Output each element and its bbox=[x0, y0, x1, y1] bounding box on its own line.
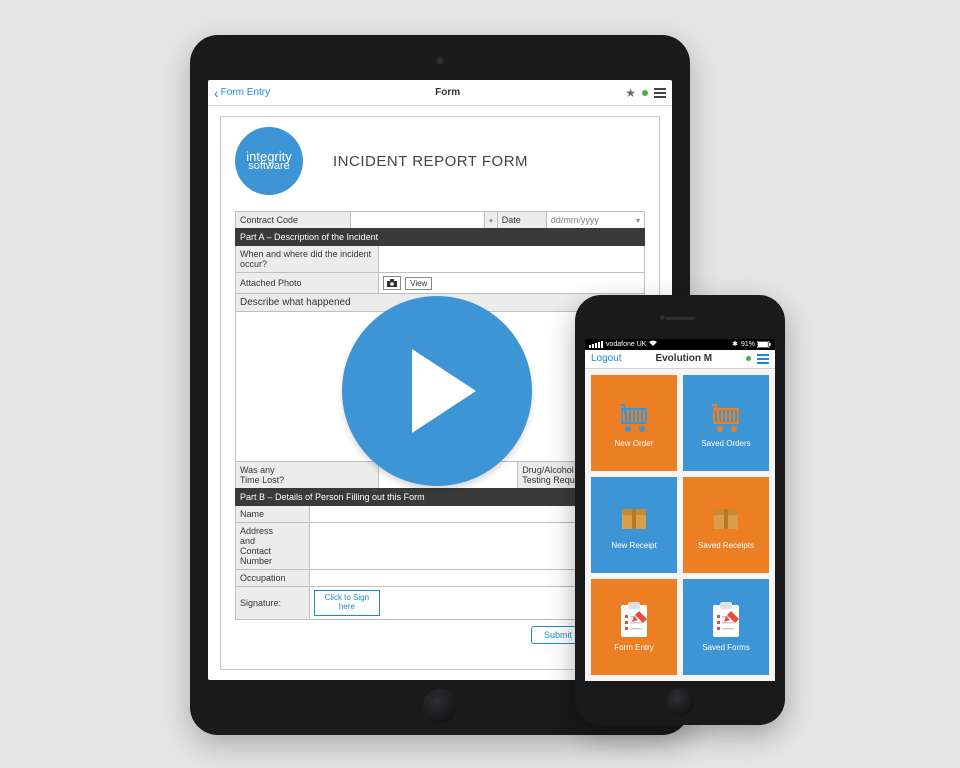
status-dot-icon bbox=[746, 356, 751, 361]
phone-camera bbox=[660, 315, 665, 320]
tablet-camera bbox=[437, 57, 444, 64]
tile-new-order[interactable]: New Order bbox=[591, 375, 677, 471]
date-label: Date bbox=[497, 212, 546, 229]
battery-label: 91% bbox=[741, 341, 755, 348]
phone-header: Logout Evolution M bbox=[585, 350, 775, 369]
box-icon bbox=[706, 501, 746, 535]
phone-status-bar: vodafone UK ✱ 91% bbox=[585, 339, 775, 350]
tile-form-entry[interactable]: Form Entry bbox=[591, 579, 677, 675]
phone-device-frame: vodafone UK ✱ 91% Logout Evolution M bbox=[575, 295, 785, 725]
cart-icon bbox=[614, 399, 654, 433]
tablet-header: ‹ Form Entry Form ★ bbox=[208, 80, 672, 106]
camera-icon[interactable] bbox=[383, 276, 401, 290]
part-a-header: Part A – Description of the Incident bbox=[236, 229, 645, 246]
bluetooth-icon: ✱ bbox=[732, 340, 738, 348]
company-logo: integrity software bbox=[235, 127, 303, 195]
status-dot-icon bbox=[642, 90, 648, 96]
tile-saved-receipts[interactable]: Saved Receipts bbox=[683, 477, 769, 573]
tablet-title: Form bbox=[270, 87, 625, 98]
phone-speaker bbox=[666, 317, 694, 320]
phone-title: Evolution M bbox=[622, 353, 746, 364]
phone-tile-grid: New Order Saved Orders New Receipt Saved… bbox=[585, 369, 775, 681]
tile-new-receipt[interactable]: New Receipt bbox=[591, 477, 677, 573]
hamburger-icon[interactable] bbox=[654, 88, 666, 98]
name-label: Name bbox=[236, 506, 310, 523]
occupation-label: Occupation bbox=[236, 570, 310, 587]
box-icon bbox=[614, 501, 654, 535]
date-input[interactable]: dd/mm/yyyy▾ bbox=[546, 212, 644, 229]
phone-screen: vodafone UK ✱ 91% Logout Evolution M bbox=[585, 339, 775, 681]
form-heading: INCIDENT REPORT FORM bbox=[333, 153, 528, 170]
hamburger-icon[interactable] bbox=[757, 354, 769, 364]
tile-label: New Receipt bbox=[611, 541, 656, 550]
tile-label: Saved Receipts bbox=[698, 541, 754, 550]
play-button[interactable] bbox=[342, 296, 532, 486]
carrier-label: vodafone UK bbox=[606, 341, 646, 348]
contract-code-input[interactable] bbox=[350, 212, 485, 229]
battery-indicator: 91% bbox=[741, 341, 771, 348]
phone-home-button[interactable] bbox=[666, 688, 694, 716]
tile-label: Form Entry bbox=[614, 643, 654, 652]
when-where-input[interactable] bbox=[379, 246, 645, 273]
contract-row: Contract Code ▾ Date dd/mm/yyyy▾ bbox=[235, 211, 645, 229]
star-icon[interactable]: ★ bbox=[625, 86, 636, 100]
logout-button[interactable]: Logout bbox=[591, 353, 622, 364]
sign-button[interactable]: Click to Signhere bbox=[314, 590, 380, 616]
clip-icon bbox=[706, 603, 746, 637]
signature-label: Signature: bbox=[236, 587, 310, 620]
contract-code-label: Contract Code bbox=[236, 212, 351, 229]
tablet-home-button[interactable] bbox=[423, 689, 457, 723]
tile-label: Saved Orders bbox=[701, 439, 750, 448]
attached-photo-cell: View bbox=[379, 273, 645, 294]
view-photo-button[interactable]: View bbox=[405, 277, 432, 290]
tile-saved-forms[interactable]: Saved Forms bbox=[683, 579, 769, 675]
back-button[interactable]: ‹ Form Entry bbox=[214, 87, 270, 98]
cart-icon bbox=[706, 399, 746, 433]
tile-label: Saved Forms bbox=[702, 643, 750, 652]
signal-icon bbox=[589, 341, 603, 348]
when-where-label: When and where did the incident occur? bbox=[236, 246, 379, 273]
wifi-icon bbox=[649, 340, 657, 348]
back-label: Form Entry bbox=[221, 87, 270, 98]
contract-code-dropdown[interactable]: ▾ bbox=[485, 212, 498, 229]
time-lost-label: Was anyTime Lost? bbox=[236, 462, 379, 489]
tile-label: New Order bbox=[615, 439, 654, 448]
play-icon bbox=[412, 349, 476, 433]
tile-saved-orders[interactable]: Saved Orders bbox=[683, 375, 769, 471]
clip-icon bbox=[614, 603, 654, 637]
attached-photo-label: Attached Photo bbox=[236, 273, 379, 294]
address-label: Address and Contact Number bbox=[236, 523, 310, 570]
